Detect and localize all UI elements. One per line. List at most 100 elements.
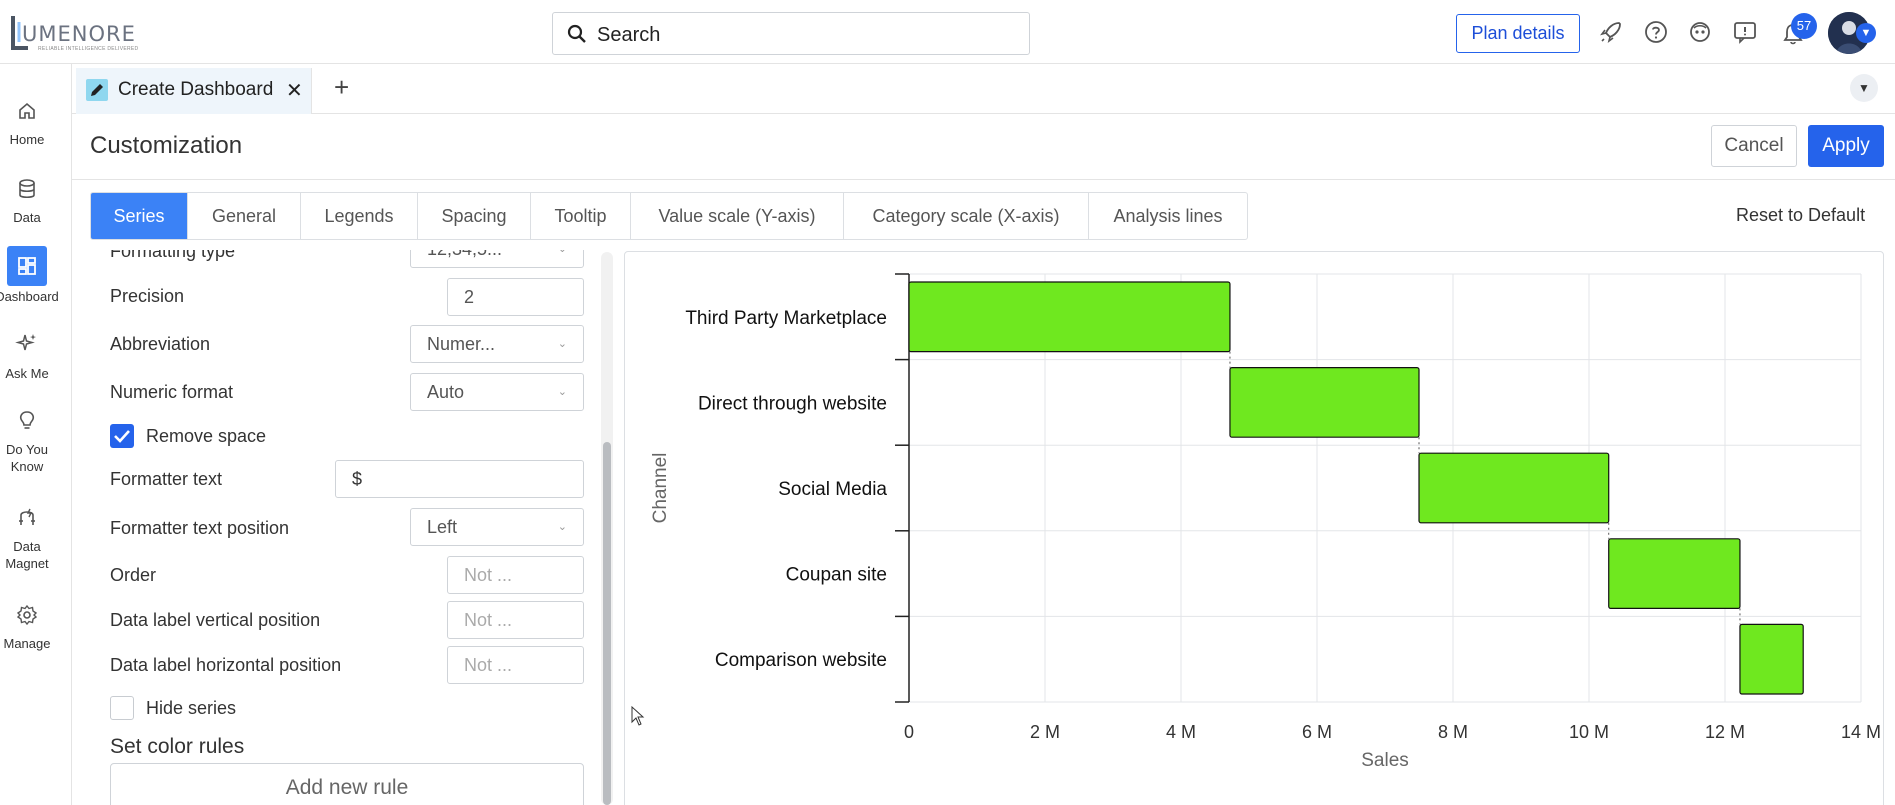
- category-label: Third Party Marketplace: [685, 308, 887, 329]
- x-axis-title: Sales: [1361, 750, 1409, 771]
- category-label: Direct through website: [698, 393, 887, 414]
- precision-label: Precision: [110, 286, 185, 306]
- x-tick-label: 4 M: [1166, 722, 1196, 742]
- sidebar-item-label: Data: [13, 210, 41, 225]
- label-horizontal-input[interactable]: Not ...: [447, 646, 584, 684]
- remove-space-checkbox[interactable]: [110, 424, 134, 448]
- numeric-format-value: Auto: [427, 382, 465, 402]
- top-bar: UMENORE RELIABLE INTELLIGENCE DELIVERED …: [0, 0, 1895, 64]
- sidebar-item-label: Data Magnet: [5, 539, 49, 571]
- feedback-icon[interactable]: [1733, 20, 1757, 49]
- tab-label: Create Dashboard: [118, 79, 274, 100]
- chart-preview: 0 2 M 4 M 6 M 8 M 10 M 12 M 14 M Third Party Mar…: [624, 251, 1884, 805]
- logo[interactable]: UMENORE RELIABLE INTELLIGENCE DELIVERED: [10, 14, 138, 54]
- label-horizontal-label: Data label horizontal position: [110, 655, 342, 675]
- tab-tooltip[interactable]: Tooltip: [531, 193, 631, 239]
- sidebar: Home Data Dashboard Ask Me Do You Know D…: [0, 64, 72, 805]
- formatter-position-select[interactable]: Left ⌄: [410, 508, 584, 546]
- precision-input[interactable]: 2: [447, 278, 584, 316]
- sidebar-item-do-you-know[interactable]: Do You Know: [0, 410, 54, 475]
- formatting-type-select[interactable]: 12,34,5... ⌄: [410, 250, 584, 268]
- sidebar-item-label: Dashboard: [0, 289, 59, 304]
- tab-value-scale[interactable]: Value scale (Y-axis): [631, 193, 844, 239]
- chart-bar: [1229, 366, 1420, 438]
- tab-create-dashboard[interactable]: Create Dashboard ✕: [76, 68, 312, 114]
- waterfall-chart: 0 2 M 4 M 6 M 8 M 10 M 12 M 14 M Third Party Mar…: [650, 273, 1881, 771]
- abbreviation-value: Numer...: [427, 334, 496, 354]
- add-new-rule-button[interactable]: Add new rule: [110, 763, 584, 805]
- sidebar-item-ask-me[interactable]: Ask Me: [0, 332, 54, 382]
- gear-icon: [16, 604, 38, 626]
- help-icon[interactable]: [1644, 20, 1668, 49]
- sidebar-item-data[interactable]: Data: [0, 178, 54, 226]
- x-tick-label: 0: [904, 722, 914, 742]
- reset-to-default-button[interactable]: Reset to Default: [1736, 205, 1865, 226]
- chart-bar: [1608, 538, 1741, 609]
- formatter-text-input[interactable]: $: [335, 460, 584, 498]
- sidebar-item-label: Home: [9, 132, 45, 147]
- x-tick-label: 14 M: [1841, 722, 1881, 742]
- chevron-down-icon: ⌄: [557, 521, 567, 533]
- panel-scrollbar-thumb[interactable]: [603, 442, 611, 805]
- mouse-cursor-icon: [631, 705, 645, 731]
- assistant-icon[interactable]: [1688, 20, 1712, 49]
- rocket-icon[interactable]: [1599, 20, 1623, 49]
- x-tick-label: 12 M: [1705, 722, 1745, 742]
- formatting-type-value: 12,34,5...: [427, 250, 502, 259]
- series-settings-panel: Formatting type 12,34,5...⌄ Precision 2 …: [92, 250, 616, 805]
- divider: [72, 179, 1895, 180]
- chart-bar: [908, 281, 1231, 353]
- check-icon: [114, 430, 130, 443]
- y-axis-title: Channel: [650, 453, 671, 524]
- sidebar-item-data-magnet[interactable]: Data Magnet: [0, 507, 54, 572]
- document-tab-bar: Create Dashboard ✕ + ▼: [72, 64, 1895, 114]
- avatar-chevron-down-icon[interactable]: ▼: [1856, 23, 1876, 43]
- order-input[interactable]: Not ...: [447, 556, 584, 594]
- page-title: Customization: [90, 132, 243, 159]
- tab-category-scale[interactable]: Category scale (X-axis): [844, 193, 1089, 239]
- remove-space-label: Remove space: [146, 426, 267, 446]
- numeric-format-label: Numeric format: [110, 382, 234, 402]
- cancel-button[interactable]: Cancel: [1711, 125, 1797, 167]
- close-icon[interactable]: ✕: [286, 78, 303, 103]
- notification-badge: 57: [1791, 13, 1817, 39]
- dashboard-icon: [7, 246, 47, 286]
- chart-bar: [1739, 623, 1804, 695]
- label-vertical-label: Data label vertical position: [110, 610, 321, 630]
- category-label: Social Media: [778, 479, 887, 500]
- customization-tabs: Series General Legends Spacing Tooltip V…: [90, 192, 1248, 240]
- formatter-position-label: Formatter text position: [110, 518, 290, 538]
- sparkle-icon: [15, 334, 36, 351]
- tab-legends[interactable]: Legends: [301, 193, 418, 239]
- sidebar-item-manage[interactable]: Manage: [0, 604, 54, 652]
- tab-analysis-lines[interactable]: Analysis lines: [1089, 193, 1247, 239]
- apply-button[interactable]: Apply: [1808, 125, 1884, 167]
- abbreviation-select[interactable]: Numer... ⌄: [410, 325, 584, 363]
- chevron-down-icon[interactable]: ▼: [1850, 74, 1878, 102]
- sidebar-item-label: Do You Know: [6, 442, 48, 474]
- chevron-down-icon: ⌄: [558, 250, 567, 267]
- magnet-icon: [19, 508, 35, 525]
- order-label: Order: [110, 565, 157, 585]
- sidebar-item-label: Manage: [3, 636, 51, 651]
- chevron-down-icon: ⌄: [557, 338, 567, 350]
- tab-series[interactable]: Series: [91, 193, 188, 239]
- tab-general[interactable]: General: [188, 193, 301, 239]
- abbreviation-label: Abbreviation: [110, 334, 211, 354]
- plan-details-button[interactable]: Plan details: [1456, 14, 1580, 53]
- home-icon: [19, 102, 35, 119]
- category-label: Comparison website: [715, 650, 887, 671]
- tab-spacing[interactable]: Spacing: [418, 193, 531, 239]
- x-tick-label: 6 M: [1302, 722, 1332, 742]
- sidebar-item-home[interactable]: Home: [0, 100, 54, 148]
- search-input[interactable]: Search: [552, 12, 1030, 55]
- label-vertical-input[interactable]: Not ...: [447, 601, 584, 639]
- numeric-format-select[interactable]: Auto ⌄: [410, 373, 584, 411]
- brand-name: UMENORE: [22, 22, 136, 46]
- database-icon: [19, 179, 35, 199]
- set-color-rules-heading: Set color rules: [110, 735, 245, 758]
- formatter-position-value: Left: [427, 517, 458, 537]
- sidebar-item-dashboard[interactable]: Dashboard: [0, 246, 59, 305]
- add-tab-button[interactable]: +: [334, 72, 349, 103]
- hide-series-checkbox[interactable]: [110, 696, 134, 720]
